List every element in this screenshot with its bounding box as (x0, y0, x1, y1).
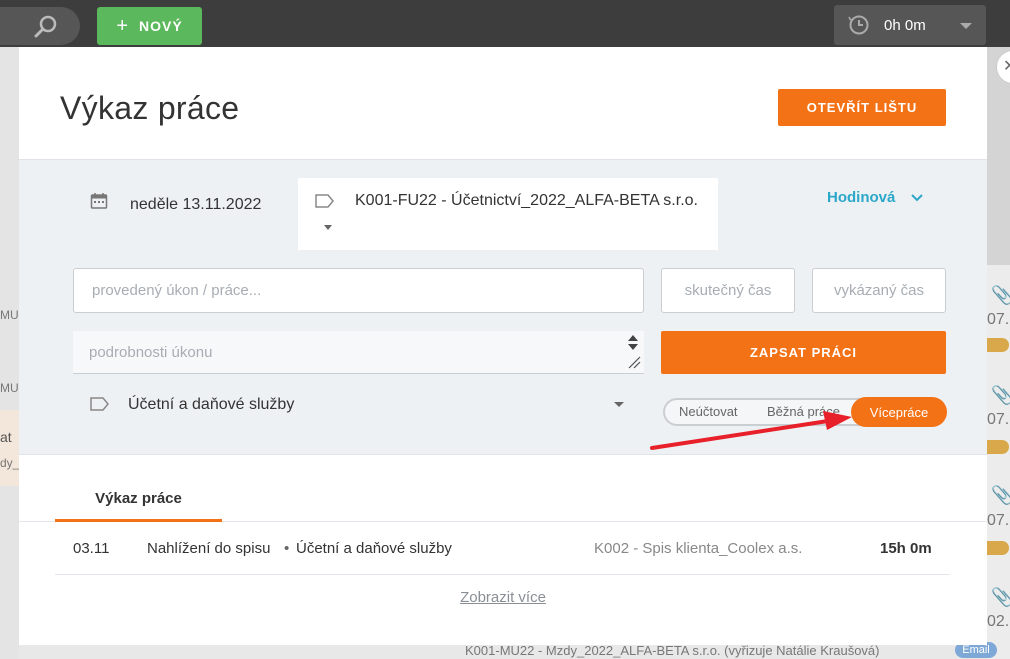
real-time-placeholder: skutečný čas (684, 282, 772, 299)
background-list-right: 📎 07. 📎 07. 📎 07. 📎 02. (979, 265, 1010, 659)
reported-time-input[interactable]: vykázaný čas (812, 268, 946, 313)
background-text: K001-MU22 - Mzdy_2022_ALFA-BETA s.r.o. (… (465, 643, 880, 658)
search-button[interactable] (0, 7, 80, 45)
chevron-down-icon (960, 23, 972, 29)
entry-duration: 15h 0m (880, 540, 932, 557)
resize-icon (628, 356, 641, 369)
action-input[interactable]: provedený úkon / práce... (73, 268, 644, 313)
background-text: MU (0, 308, 19, 322)
service-label: Účetní a daňové služby (128, 396, 295, 413)
project-select[interactable]: K001-FU22 - Účetnictví_2022_ALFA-BETA s.… (298, 178, 718, 250)
new-button[interactable]: + NOVÝ (97, 7, 202, 45)
open-bar-button[interactable]: OTEVŘÍT LIŠTU (778, 89, 946, 126)
entry-service: Účetní a daňové služby (296, 540, 452, 557)
tab-work-report[interactable]: Výkaz práce (55, 477, 222, 522)
arrow-down-icon (628, 344, 638, 350)
background-text: 07. (987, 512, 1010, 529)
entry-description: Nahlížení do spisu (147, 540, 271, 557)
entry-client: K002 - Spis klienta_Coolex a.s. (594, 540, 803, 557)
modal-title: Výkaz práce (60, 90, 240, 126)
clock-icon (848, 15, 869, 35)
arrow-up-icon (628, 335, 638, 341)
background-text: 07. (987, 411, 1010, 428)
chevron-down-icon (324, 225, 332, 230)
reported-time-placeholder: vykázaný čas (833, 282, 925, 299)
paperclip-icon: 📎 (991, 285, 1010, 305)
action-placeholder: provedený úkon / práce... (92, 282, 262, 299)
background-text: at (0, 429, 12, 445)
project-label: K001-FU22 - Účetnictví_2022_ALFA-BETA s.… (355, 192, 698, 209)
timer-value: 0h 0m (884, 16, 926, 34)
date-picker[interactable]: neděle 13.11.2022 (130, 196, 261, 214)
paperclip-icon: 📎 (991, 587, 1010, 607)
billing-option-viceprace[interactable]: Vícepráce (851, 397, 947, 427)
work-report-modal: Výkaz práce OTEVŘÍT LIŠTU neděle 13.11.2… (19, 47, 987, 645)
chevron-down-icon (911, 193, 924, 201)
top-bar: + NOVÝ 0h 0m (0, 0, 1010, 47)
entry-separator: • (284, 540, 290, 557)
search-icon (34, 15, 57, 38)
background-text: dy_ (0, 456, 20, 470)
show-more-link[interactable]: Zobrazit více (19, 589, 987, 606)
annotation-arrow-icon (650, 411, 852, 450)
timer-dropdown[interactable]: 0h 0m (834, 5, 986, 45)
detail-placeholder: podrobnosti úkonu (89, 343, 213, 361)
calendar-icon (90, 193, 108, 209)
rate-type-select[interactable]: Hodinová (827, 189, 924, 206)
textarea-resize-handle[interactable] (625, 333, 641, 373)
tag-icon (90, 397, 109, 411)
paperclip-icon: 📎 (991, 385, 1010, 405)
background-text: 02. (987, 613, 1010, 630)
background-list-left (0, 47, 19, 659)
chevron-down-icon (614, 402, 624, 407)
real-time-input[interactable]: skutečný čas (661, 268, 795, 313)
background-highlight-row (0, 410, 19, 486)
record-work-button[interactable]: ZAPSAT PRÁCI (661, 331, 946, 374)
tag-icon (315, 194, 334, 208)
entry-date: 03.11 (73, 540, 110, 557)
background-text: 07. (987, 311, 1010, 328)
plus-icon: + (116, 15, 129, 37)
detail-textarea[interactable]: podrobnosti úkonu (73, 331, 644, 374)
close-icon[interactable]: ✕ (996, 50, 1010, 84)
table-row[interactable]: 03.11 Nahlížení do spisu • Účetní a daňo… (55, 527, 950, 575)
rate-type-label: Hodinová (827, 189, 896, 206)
paperclip-icon: 📎 (991, 485, 1010, 505)
service-select[interactable]: Účetní a daňové služby (73, 384, 644, 424)
new-button-label: NOVÝ (139, 18, 183, 34)
background-text: MU (0, 381, 19, 395)
